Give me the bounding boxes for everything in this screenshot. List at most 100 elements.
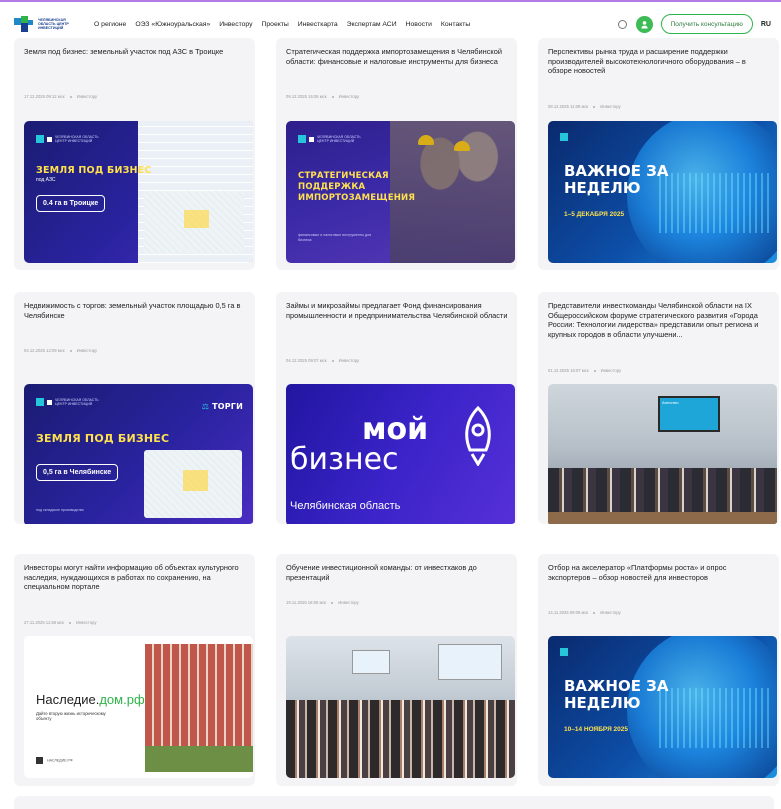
news-banner[interactable] <box>286 636 515 778</box>
news-category: Инвестору <box>600 610 621 615</box>
news-title[interactable]: Инвесторы могут найти информацию об объе… <box>24 563 246 592</box>
news-title[interactable]: Недвижимость с торгов: земельный участок… <box>24 301 246 320</box>
news-meta: 04.12.2025 12:09 мск Инвестору <box>24 348 97 353</box>
news-title[interactable]: Отбор на акселератор «Платформы роста» и… <box>548 563 770 582</box>
auction-tag-label: ТОРГИ <box>212 402 243 411</box>
menu-item-contacts[interactable]: Контакты <box>441 21 470 28</box>
banner-area-pill: 0,5 га в Челябинске <box>36 464 119 481</box>
news-meta: 17.12.2025 09:12 мск Инвестору <box>24 94 97 99</box>
banner-logo-icon <box>560 648 568 656</box>
news-card[interactable]: Обучение инвестиционной команды: от инве… <box>276 554 517 786</box>
menu-item-oez[interactable]: ОЭЗ «Южноуральская» <box>135 21 210 28</box>
audience-photo <box>286 700 515 778</box>
news-date: 19.11.2025 16:05 мск <box>286 600 327 605</box>
news-category: Инвестору <box>338 600 359 605</box>
news-meta: 19.11.2025 16:05 мск Инвестору <box>286 600 359 605</box>
logo-badge-icon <box>36 757 43 764</box>
news-title[interactable]: Займы и микрозаймы предлагает Фонд финан… <box>286 301 508 320</box>
news-date: 04.12.2025 12:09 мск <box>24 348 65 353</box>
banner-heading: ВАЖНОЕ ЗА НЕДЕЛЮ <box>564 677 669 712</box>
workers-photo <box>390 121 515 263</box>
screen-caption: Агенство <box>662 400 679 405</box>
banner-date: 1–5 ДЕКАБРЯ 2025 <box>564 211 625 218</box>
logo-mark-icon <box>14 16 34 32</box>
menu-item-news[interactable]: Новости <box>406 21 432 28</box>
banner-logo-icon <box>560 133 568 141</box>
accessibility-eye-icon[interactable] <box>617 19 628 30</box>
banner-logo-text: ЧЕЛЯБИНСКАЯ ОБЛАСТЬ ЦЕНТР ИНВЕСТИЦИЙ <box>55 398 99 406</box>
news-banner[interactable]: Агенство <box>548 384 777 524</box>
news-banner[interactable]: ЧЕЛЯБИНСКАЯ ОБЛАСТЬ ЦЕНТР ИНВЕСТИЦИЙ СТР… <box>286 121 515 263</box>
news-banner[interactable]: ВАЖНОЕ ЗА НЕДЕЛЮ 1–5 ДЕКАБРЯ 2025 <box>548 121 777 263</box>
news-banner[interactable]: Наследие.дом.рф Дайте вторую жизнь истор… <box>24 636 253 778</box>
banner-area-pill: 0.4 га в Троицке <box>36 195 106 212</box>
site-logo[interactable]: ЧЕЛЯБИНСКАЯ ОБЛАСТЬ ЦЕНТР ИНВЕСТИЦИЙ <box>14 16 76 32</box>
menu-item-investmap[interactable]: Инвесткарта <box>298 21 338 28</box>
banner-logo-icon: ЧЕЛЯБИНСКАЯ ОБЛАСТЬ ЦЕНТР ИНВЕСТИЦИЙ <box>36 135 105 143</box>
auction-tag: ⚖ ТОРГИ <box>202 402 243 411</box>
language-switch[interactable]: RU <box>761 21 771 28</box>
news-date: 27.11.2025 11:58 мск <box>24 620 64 625</box>
menu-item-projects[interactable]: Проекты <box>262 21 289 28</box>
data-bars-graphic <box>659 173 769 233</box>
news-card[interactable]: Инвесторы могут найти информацию об объе… <box>14 554 255 786</box>
map-image <box>144 450 242 518</box>
banner-date: 10–14 НОЯБРЯ 2025 <box>564 726 629 733</box>
news-banner[interactable]: ЧЕЛЯБИНСКАЯ ОБЛАСТЬ ЦЕНТР ИНВЕСТИЦИЙ ЗЕМ… <box>24 121 253 263</box>
gavel-icon: ⚖ <box>201 402 213 411</box>
news-date: 08.12.2025 11:08 мск <box>548 104 589 109</box>
banner-heading: ВАЖНОЕ ЗА НЕДЕЛЮ <box>564 162 669 197</box>
menu-item-asi-experts[interactable]: Экспертам АСИ <box>347 21 397 28</box>
nav-actions: Получить консультацию RU <box>617 14 771 34</box>
banner-footnote: финансовые и налоговые инструменты для б… <box>298 233 372 242</box>
news-category: Инвестору <box>76 94 98 99</box>
rocket-icon <box>465 406 491 466</box>
news-date: 01.12.2025 16:07 мск <box>548 368 589 373</box>
news-title[interactable]: Стратегическая поддержка импортозамещени… <box>286 47 508 66</box>
news-category: Инвестору <box>600 368 622 373</box>
news-category: Инвестору <box>600 104 621 109</box>
banner-logo-text: ЧЕЛЯБИНСКАЯ ОБЛАСТЬ ЦЕНТР ИНВЕСТИЦИЙ <box>55 135 99 143</box>
presentation-screen <box>438 644 502 680</box>
banner-heading: ЗЕМЛЯ ПОД БИЗНЕС <box>36 432 170 445</box>
news-category: Инвестору <box>75 620 97 625</box>
news-date: 04.12.2025 09:07 мск <box>286 358 327 363</box>
user-icon <box>640 20 648 29</box>
get-consultation-button[interactable]: Получить консультацию <box>660 14 753 34</box>
banner-logo-text: ЧЕЛЯБИНСКАЯ ОБЛАСТЬ ЦЕНТР ИНВЕСТИЦИЙ <box>317 135 361 143</box>
banner-footnote: под складское производство <box>36 508 84 512</box>
news-meta: 14.11.2025 09:08 мск Инвестору <box>548 610 621 615</box>
presentation-screen: Агенство <box>658 396 720 432</box>
news-banner[interactable]: мой бизнес Челябинская область <box>286 384 515 524</box>
news-card[interactable]: Стратегическая поддержка импортозамещени… <box>276 38 517 270</box>
news-title[interactable]: Перспективы рынка труда и расширение под… <box>548 47 770 76</box>
banner-word-business: бизнес <box>290 442 399 477</box>
presentation-screen <box>352 650 390 674</box>
banner-footnote: НАСЛЕДИЕ.РФ <box>36 757 73 764</box>
menu-item-region[interactable]: О регионе <box>94 21 126 28</box>
news-card[interactable]: Отбор на акселератор «Платформы роста» и… <box>538 554 779 786</box>
banner-heading: СТРАТЕГИЧЕСКАЯ ПОДДЕРЖКА ИМПОРТОЗАМЕЩЕНИ… <box>298 171 416 203</box>
news-category: Инвестору <box>338 94 360 99</box>
main-menu: О регионе ОЭЗ «Южноуральская» Инвестору … <box>94 21 470 28</box>
banner-heading: ЗЕМЛЯ ПОД БИЗНЕС <box>36 165 152 176</box>
news-card[interactable]: Займы и микрозаймы предлагает Фонд финан… <box>276 292 517 524</box>
news-title[interactable]: Земля под бизнес: земельный участок под … <box>24 47 246 57</box>
news-banner[interactable]: ВАЖНОЕ ЗА НЕДЕЛЮ 10–14 НОЯБРЯ 2025 <box>548 636 777 778</box>
next-row-card-edge <box>14 796 774 809</box>
banner-subheading: Дайте вторую жизнь историческому объекту <box>36 711 106 721</box>
menu-item-investor[interactable]: Инвестору <box>219 21 252 28</box>
news-card[interactable]: Земля под бизнес: земельный участок под … <box>14 38 255 270</box>
banner-region: Челябинская область <box>290 500 401 512</box>
table-photo <box>548 512 777 524</box>
news-card[interactable]: Перспективы рынка труда и расширение под… <box>538 38 779 270</box>
news-date: 14.11.2025 09:08 мск <box>548 610 589 615</box>
news-card[interactable]: Недвижимость с торгов: земельный участок… <box>14 292 255 524</box>
news-title[interactable]: Обучение инвестиционной команды: от инве… <box>286 563 508 582</box>
news-title[interactable]: Представители инвесткоманды Челябинской … <box>548 301 770 339</box>
news-card[interactable]: Представители инвесткоманды Челябинской … <box>538 292 779 524</box>
logo-text: ЧЕЛЯБИНСКАЯ ОБЛАСТЬ ЦЕНТР ИНВЕСТИЦИЙ <box>38 18 69 30</box>
news-banner[interactable]: ЧЕЛЯБИНСКАЯ ОБЛАСТЬ ЦЕНТР ИНВЕСТИЦИЙ ⚖ Т… <box>24 384 253 524</box>
news-category: Инвестору <box>76 348 98 353</box>
account-button[interactable] <box>635 15 653 33</box>
